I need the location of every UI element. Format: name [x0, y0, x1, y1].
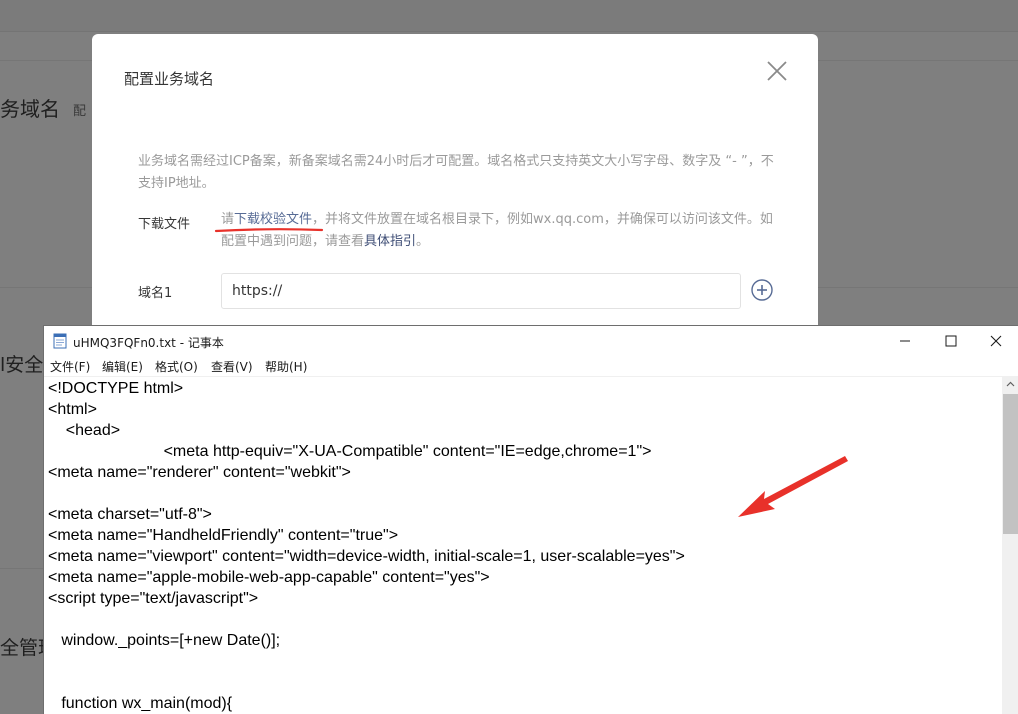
menu-help[interactable]: 帮助(H) [265, 358, 307, 375]
vertical-scrollbar[interactable] [1002, 376, 1018, 714]
menu-edit[interactable]: 编辑(E) [102, 358, 143, 375]
notepad-text-area[interactable]: <!DOCTYPE html> <html> <head> <meta http… [44, 376, 1002, 714]
domain-1-label: 域名1 [138, 286, 173, 301]
annotation-underline [214, 228, 324, 233]
dialog-description: 业务域名需经过ICP备案，新备案域名需24小时后才可配置。域名格式只支持英文大小… [138, 154, 774, 191]
configure-domain-dialog: 配置业务域名 业务域名需经过ICP备案，新备案域名需24小时后才可配置。域名格式… [92, 34, 818, 364]
background-page-title: 务域名 [0, 97, 60, 121]
file-content: <!DOCTYPE html> <html> <head> <meta http… [48, 380, 685, 712]
minimize-button[interactable] [882, 326, 928, 356]
menu-file[interactable]: 文件(F) [50, 358, 90, 375]
scroll-up-arrow-icon[interactable] [1002, 376, 1018, 393]
download-suffix: 。 [416, 234, 430, 249]
notepad-window: uHMQ3FQFn0.txt - 记事本 文件(F) 编辑(E) 格式(O) 查… [43, 325, 1018, 714]
notepad-titlebar[interactable]: uHMQ3FQFn0.txt - 记事本 [44, 326, 1018, 356]
download-verify-file-link[interactable]: 下载校验文件 [234, 212, 312, 227]
dialog-title: 配置业务域名 [124, 70, 215, 88]
annotation-arrow-icon [738, 456, 848, 517]
plus-circle-icon[interactable] [750, 278, 774, 302]
text-file-icon [53, 333, 67, 349]
maximize-button[interactable] [928, 326, 974, 356]
background-section-label: l安全 [0, 354, 44, 376]
background-page-subtitle: 配 [73, 104, 87, 119]
download-prefix: 请 [221, 212, 235, 227]
menu-format[interactable]: 格式(O) [155, 358, 198, 375]
scrollbar-thumb[interactable] [1003, 394, 1018, 534]
domain-1-input[interactable]: https:// [221, 273, 741, 309]
notepad-menubar: 文件(F) 编辑(E) 格式(O) 查看(V) 帮助(H) [44, 356, 1018, 376]
guide-link[interactable]: 具体指引 [364, 234, 416, 249]
notepad-window-title: uHMQ3FQFn0.txt - 记事本 [73, 336, 224, 350]
download-file-label: 下载文件 [138, 217, 191, 232]
close-icon[interactable] [764, 58, 790, 84]
menu-view[interactable]: 查看(V) [211, 358, 253, 375]
close-window-button[interactable] [973, 326, 1018, 356]
background-topbar [0, 0, 1018, 32]
